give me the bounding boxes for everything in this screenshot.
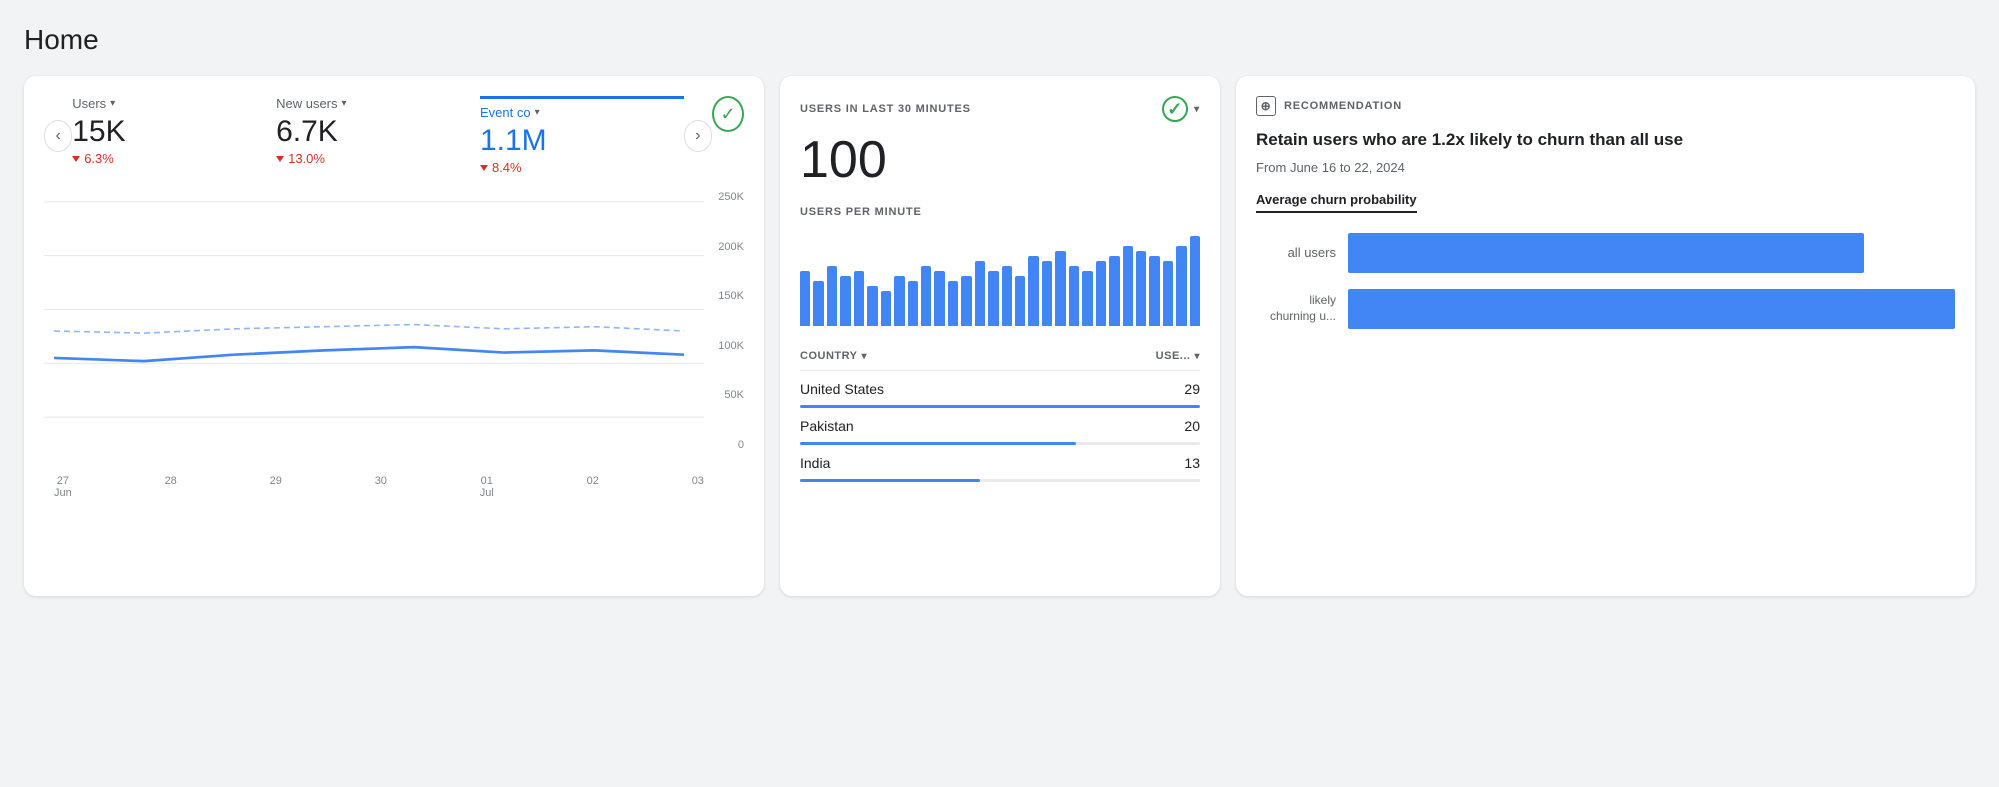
users-sort-icon[interactable]: ▾: [1194, 351, 1200, 362]
rec-header: ⊕ RECOMMENDATION: [1256, 96, 1955, 116]
realtime-bar-27: [1163, 261, 1173, 326]
metric-event-label: Event co ▾: [480, 105, 664, 120]
x-label-2: 29: [270, 475, 282, 499]
metric-users-value: 15K: [72, 115, 256, 149]
churn-row-likely: likelychurning u...: [1256, 289, 1955, 329]
metric-new-users[interactable]: New users ▾ 6.7K 13.0%: [276, 96, 480, 166]
realtime-bar-24: [1123, 246, 1133, 326]
table-row: United States 29: [800, 371, 1200, 401]
realtime-bar-10: [934, 271, 944, 326]
realtime-bar-11: [948, 281, 958, 326]
realtime-header: USERS IN LAST 30 MINUTES ✓ ▾: [800, 96, 1200, 122]
realtime-bar-9: [921, 266, 931, 326]
realtime-bar-16: [1015, 276, 1025, 326]
realtime-check-icon: ✓: [1162, 96, 1188, 122]
new-users-dropdown-icon[interactable]: ▾: [342, 98, 347, 109]
realtime-bar-6: [881, 291, 891, 326]
metric-new-users-value: 6.7K: [276, 115, 460, 149]
realtime-dropdown-icon[interactable]: ▾: [1194, 104, 1200, 115]
realtime-bar-22: [1096, 261, 1106, 326]
metric-users-label: Users ▾: [72, 96, 256, 111]
realtime-bar-23: [1109, 256, 1119, 326]
realtime-subheader: USERS PER MINUTE: [800, 206, 1200, 218]
metric-event-change: 8.4%: [480, 160, 664, 175]
users-dropdown-icon[interactable]: ▾: [110, 98, 115, 109]
rec-header-icon: ⊕: [1256, 96, 1276, 116]
realtime-bar-13: [975, 261, 985, 326]
next-arrow[interactable]: ›: [684, 120, 712, 152]
table-row: Pakistan 20: [800, 408, 1200, 438]
realtime-bar-5: [867, 286, 877, 326]
recommendation-card: ⊕ RECOMMENDATION Retain users who are 1.…: [1236, 76, 1975, 596]
metric-users-change: 6.3%: [72, 151, 256, 166]
churn-row-all-users: all users: [1256, 233, 1955, 273]
realtime-bar-chart: [800, 226, 1200, 326]
realtime-bar-15: [1002, 266, 1012, 326]
realtime-card: USERS IN LAST 30 MINUTES ✓ ▾ 100 USERS P…: [780, 76, 1220, 596]
users-col-header[interactable]: USE... ▾: [1156, 350, 1200, 362]
realtime-bar-18: [1042, 261, 1052, 326]
x-label-5: 02: [587, 475, 599, 499]
realtime-bar-3: [840, 276, 850, 326]
metric-event-value: 1.1M: [480, 124, 664, 158]
down-arrow-icon: [72, 156, 80, 162]
realtime-bar-7: [894, 276, 904, 326]
main-chart: 250K 200K 150K 100K 50K 0: [44, 191, 744, 471]
country-bar-bg-2: [800, 479, 1200, 482]
churn-bar-container-0: [1348, 233, 1955, 273]
metrics-row: ‹ Users ▾ 15K 6.3% New: [44, 96, 744, 175]
country-col-header[interactable]: COUNTRY ▾: [800, 350, 867, 362]
churn-label-likely: likelychurning u...: [1256, 293, 1336, 324]
x-label-0: 27 Jun: [54, 475, 72, 499]
down-arrow-icon-3: [480, 165, 488, 171]
x-label-3: 30: [375, 475, 387, 499]
page-title: Home: [24, 24, 1975, 56]
realtime-bar-21: [1082, 271, 1092, 326]
prev-arrow[interactable]: ‹: [44, 120, 72, 152]
churn-bar-all-users: [1348, 233, 1864, 273]
x-label-6: 03: [692, 475, 704, 499]
status-check-icon[interactable]: ✓: [712, 96, 744, 132]
realtime-bar-17: [1028, 256, 1038, 326]
table-row: India 13: [800, 445, 1200, 475]
realtime-bar-25: [1136, 251, 1146, 326]
realtime-status-badge[interactable]: ✓ ▾: [1162, 96, 1200, 122]
metric-event-count[interactable]: Event co ▾ 1.1M 8.4%: [480, 96, 684, 175]
realtime-bar-14: [988, 271, 998, 326]
rec-date: From June 16 to 22, 2024: [1256, 160, 1955, 175]
event-dropdown-icon[interactable]: ▾: [535, 107, 540, 118]
realtime-bar-26: [1149, 256, 1159, 326]
realtime-bar-28: [1176, 246, 1186, 326]
churn-bar-likely: [1348, 289, 1955, 329]
down-arrow-icon-2: [276, 156, 284, 162]
realtime-bar-29: [1190, 236, 1200, 326]
chart-x-labels: 27 Jun 28 29 30 01 Jul 02: [44, 471, 744, 499]
realtime-bar-8: [908, 281, 918, 326]
x-label-4: 01 Jul: [480, 475, 494, 499]
country-bar-fill-2: [800, 479, 980, 482]
chart-y-labels: 250K 200K 150K 100K 50K 0: [718, 191, 744, 471]
realtime-bar-2: [827, 266, 837, 326]
churn-bar-container-1: [1348, 289, 1955, 329]
metric-new-users-label: New users ▾: [276, 96, 460, 111]
table-header-row: COUNTRY ▾ USE... ▾: [800, 342, 1200, 371]
realtime-bar-0: [800, 271, 810, 326]
metrics-content: Users ▾ 15K 6.3% New users ▾ 6.7K: [72, 96, 684, 175]
rec-chart-label: Average churn probability: [1256, 192, 1417, 213]
dashboard: ‹ Users ▾ 15K 6.3% New: [24, 76, 1975, 596]
x-label-1: 28: [165, 475, 177, 499]
realtime-user-count: 100: [800, 130, 1200, 190]
country-sort-icon[interactable]: ▾: [861, 351, 867, 362]
realtime-bar-20: [1069, 266, 1079, 326]
rec-title: Retain users who are 1.2x likely to chur…: [1256, 128, 1955, 152]
metric-new-users-change: 13.0%: [276, 151, 460, 166]
realtime-bar-12: [961, 276, 971, 326]
realtime-bar-1: [813, 281, 823, 326]
churn-label-all-users: all users: [1256, 245, 1336, 260]
metric-users[interactable]: Users ▾ 15K 6.3%: [72, 96, 276, 166]
metrics-card: ‹ Users ▾ 15K 6.3% New: [24, 76, 764, 596]
realtime-bar-4: [854, 271, 864, 326]
churn-chart: all users likelychurning u...: [1256, 233, 1955, 329]
realtime-bar-19: [1055, 251, 1065, 326]
